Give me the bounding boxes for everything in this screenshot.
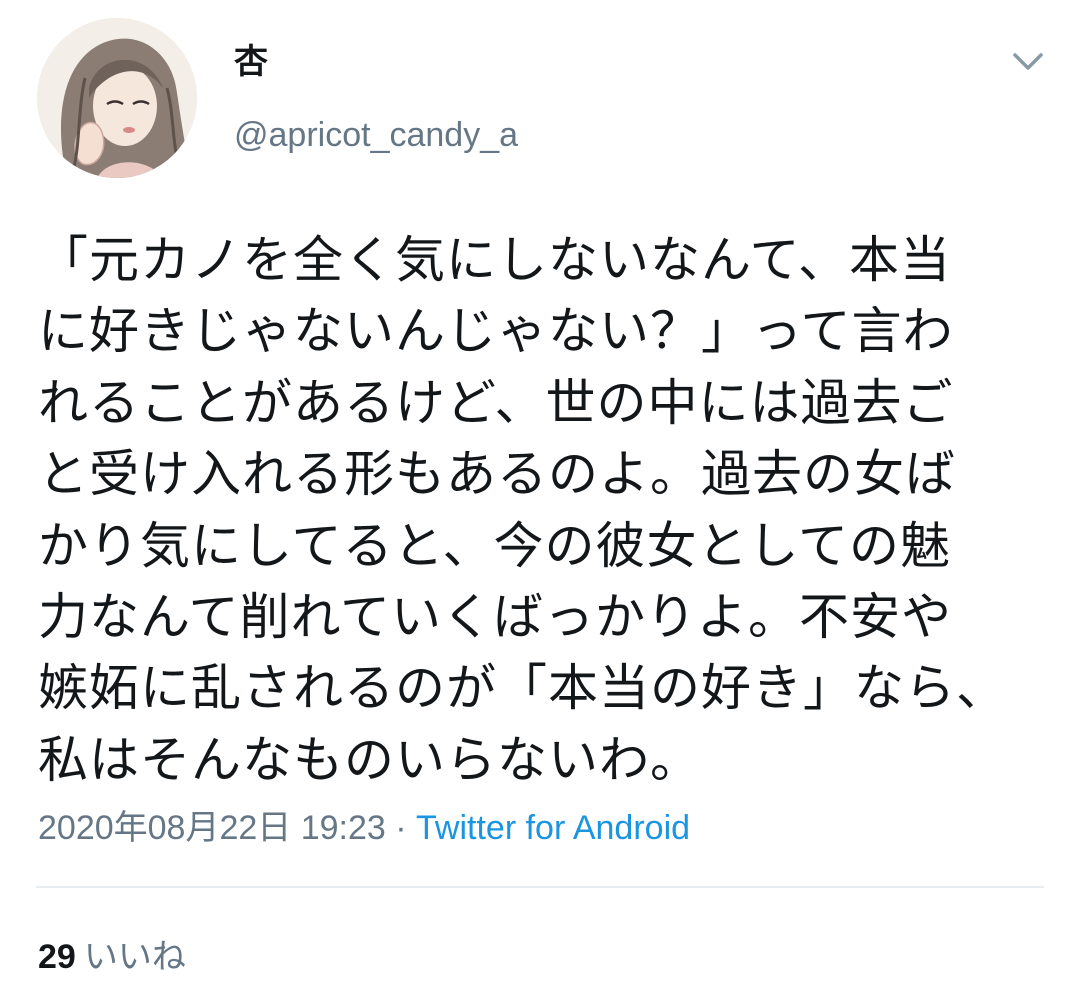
tweet-meta: 2020年08月22日 19:23 · Twitter for Android [38, 806, 690, 850]
tweet-text-line: 私はそんなものいらないわ。 [38, 730, 701, 789]
tweet-text-line: 嫉妬に乱されるのが「本当の好き」なら、 [38, 659, 1007, 718]
tweet-source-link[interactable]: Twitter for Android [416, 809, 690, 847]
tweet-text-line: れることがあるけど、世の中には過去ご [38, 373, 954, 432]
likes-count: 29 [38, 938, 76, 976]
likes-stat[interactable]: 29 いいね [38, 935, 186, 979]
tweet-timestamp[interactable]: 2020年08月22日 19:23 [38, 809, 386, 847]
likes-label: いいね [83, 937, 186, 977]
meta-separator: · [385, 809, 417, 847]
avatar-illustration [37, 18, 197, 178]
tweet-text-line: かり気にしてると、今の彼女としての魅 [38, 516, 951, 575]
divider [36, 886, 1044, 888]
user-handle[interactable]: @apricot_candy_a [234, 113, 518, 157]
tweet-text-line: に好きじゃないんじゃない？」って言わ [38, 302, 954, 361]
tweet-text-line: 「元カノを全く気にしないなんて、本当 [38, 231, 951, 289]
tweet-text-line: と受け入れる形もあるのよ。過去の女ば [38, 445, 956, 504]
chevron-down-icon [1013, 53, 1043, 70]
tweet-text-line: 力なんて削れていくばっかりよ。不安や [38, 587, 952, 646]
avatar[interactable] [37, 18, 197, 178]
tweet-text: 「元カノを全く気にしないなんて、本当 に好きじゃないんじゃない？」って言わ れる… [38, 225, 1048, 796]
more-options-button[interactable] [1006, 42, 1050, 82]
display-name[interactable]: 杏 [234, 40, 268, 84]
tweet-detail: 杏 @apricot_candy_a 「元カノを全く気にしないなんて、本当 に好… [0, 0, 1080, 992]
